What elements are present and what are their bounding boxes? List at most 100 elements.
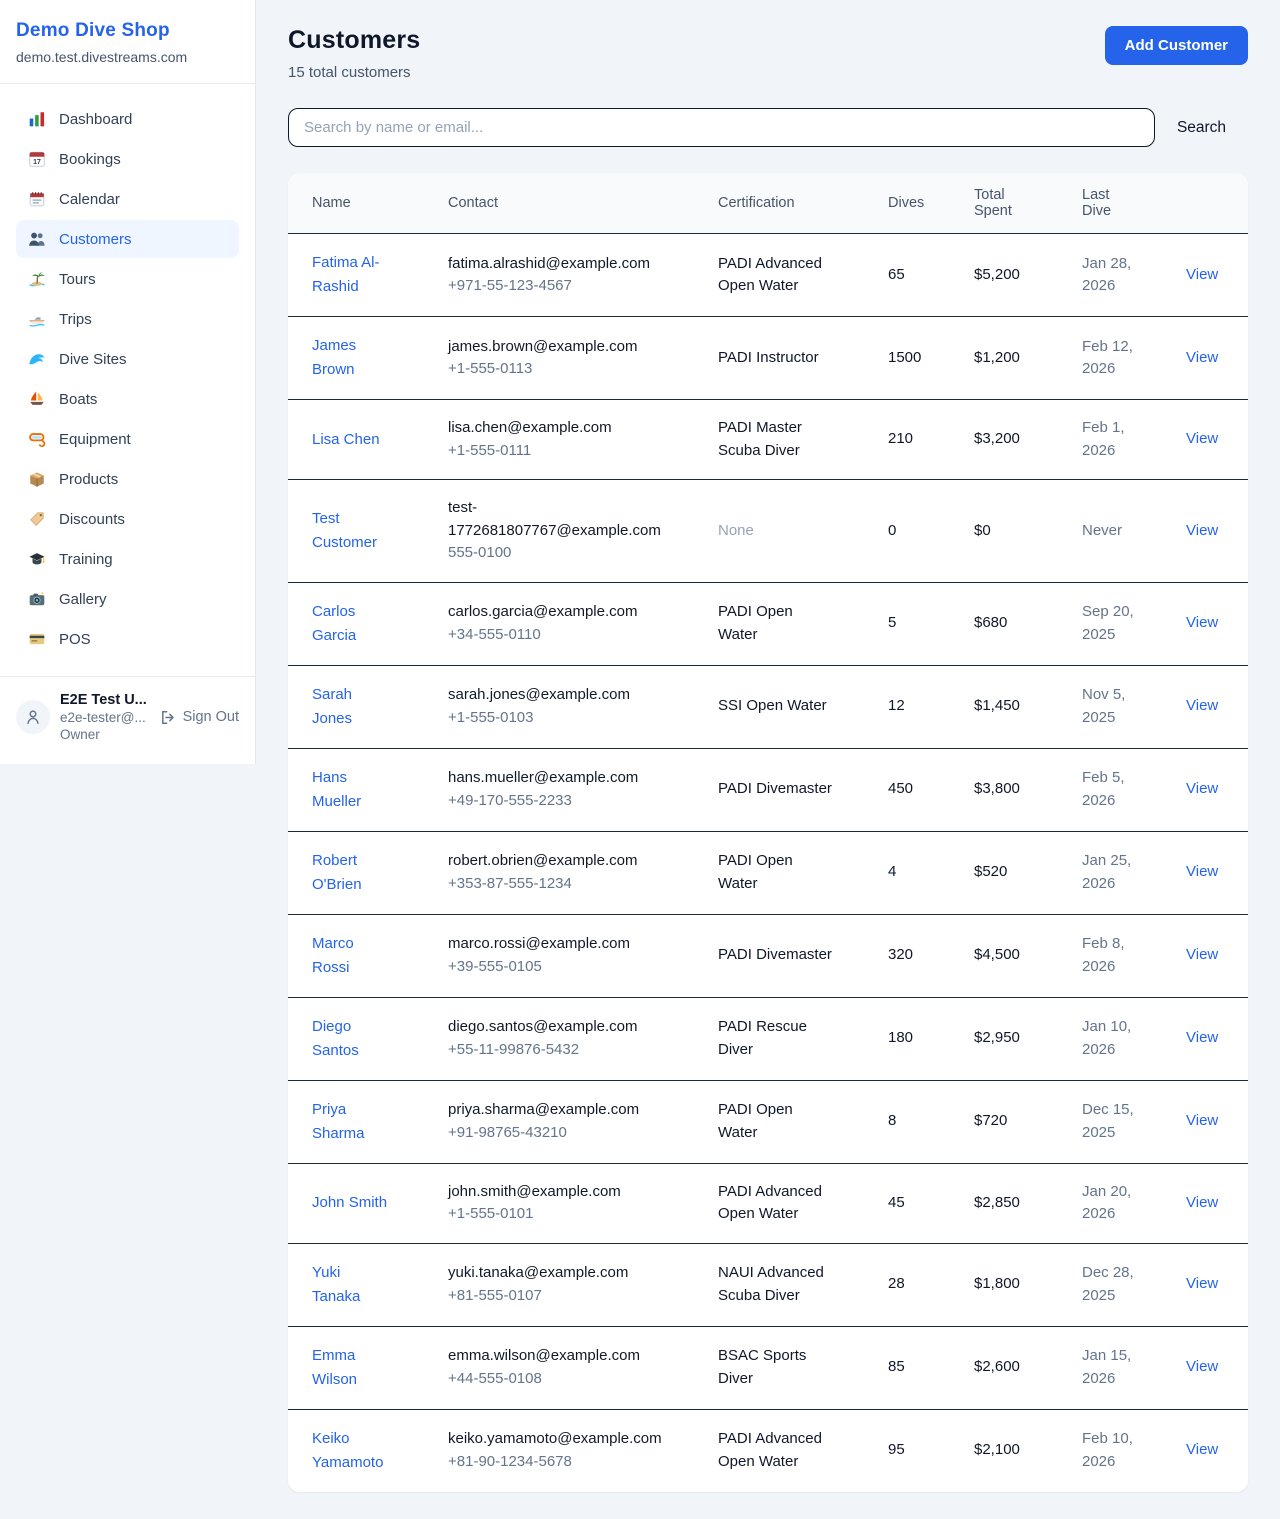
customer-name-link[interactable]: Priya Sharma [312,1101,365,1142]
customer-name-link[interactable]: Sarah Jones [312,686,352,727]
sidebar-item-boats[interactable]: Boats [16,380,239,418]
sidebar-item-discounts[interactable]: Discounts [16,500,239,538]
view-customer-link[interactable]: View [1186,522,1218,539]
view-customer-link[interactable]: View [1186,349,1218,366]
user-name: E2E Test U... [60,692,149,708]
table-row: Lisa Chen lisa.chen@example.com +1-555-0… [288,400,1248,480]
customer-certification: PADI Open Water [706,831,876,914]
view-customer-link[interactable]: View [1186,1441,1218,1458]
search-button[interactable]: Search [1155,119,1248,137]
customer-name-link[interactable]: Hans Mueller [312,769,361,810]
sidebar-item-products[interactable]: Products [16,460,239,498]
add-customer-button[interactable]: Add Customer [1105,26,1248,65]
view-customer-link[interactable]: View [1186,1358,1218,1375]
customer-last-dive: Jan 25, 2026 [1070,831,1174,914]
sidebar-item-trips[interactable]: Trips [16,300,239,338]
table-row: James Brown james.brown@example.com +1-5… [288,317,1248,400]
column-header-total-spent: Total Spent [962,173,1070,234]
table-header-row: Name Contact Certification Dives Total S… [288,173,1248,234]
customer-last-dive: Feb 10, 2026 [1070,1409,1174,1492]
customer-phone: +44-555-0108 [448,1368,682,1391]
customer-name-link[interactable]: John Smith [312,1194,387,1211]
page-header: Customers 15 total customers Add Custome… [288,26,1248,81]
sidebar-item-dive-sites[interactable]: Dive Sites [16,340,239,378]
view-customer-link[interactable]: View [1186,614,1218,631]
graduation-cap-icon [28,550,46,568]
customer-name-link[interactable]: Carlos Garcia [312,603,356,644]
view-customer-link[interactable]: View [1186,946,1218,963]
sidebar: Demo Dive Shop demo.test.divestreams.com… [0,0,256,764]
customer-name-link[interactable]: Yuki Tanaka [312,1264,360,1305]
customer-phone: +1-555-0103 [448,707,682,730]
view-customer-link[interactable]: View [1186,697,1218,714]
customer-total-spent: $1,800 [962,1243,1070,1326]
sign-out-button[interactable]: Sign Out [159,709,239,726]
camera-icon [28,590,46,608]
view-customer-link[interactable]: View [1186,266,1218,283]
column-header-actions [1174,173,1248,234]
view-customer-link[interactable]: View [1186,1275,1218,1292]
customer-phone: +91-98765-43210 [448,1122,682,1145]
customer-name-link[interactable]: Emma Wilson [312,1347,357,1388]
customer-name-link[interactable]: Test Customer [312,510,377,551]
main-content: Customers 15 total customers Add Custome… [256,0,1280,1519]
customer-total-spent: $1,200 [962,317,1070,400]
sidebar-item-label: Equipment [59,431,131,448]
spiral-calendar-icon [28,190,46,208]
customer-email: priya.sharma@example.com [448,1099,682,1122]
customer-certification: PADI Advanced Open Water [706,1163,876,1243]
customer-certification: PADI Advanced Open Water [706,1409,876,1492]
customer-name-link[interactable]: Lisa Chen [312,431,380,448]
customer-email: emma.wilson@example.com [448,1345,682,1368]
sidebar-item-training[interactable]: Training [16,540,239,578]
customer-certification: PADI Open Water [706,582,876,665]
customer-dives: 320 [876,914,962,997]
customer-name-link[interactable]: Keiko Yamamoto [312,1430,383,1471]
sidebar-item-gallery[interactable]: Gallery [16,580,239,618]
sidebar-item-tours[interactable]: Tours [16,260,239,298]
customer-name-link[interactable]: Diego Santos [312,1018,359,1059]
customer-phone: +81-90-1234-5678 [448,1451,682,1474]
customer-phone: +34-555-0110 [448,624,682,647]
customer-phone: +1-555-0113 [448,358,682,381]
customer-last-dive: Jan 15, 2026 [1070,1326,1174,1409]
customer-email: james.brown@example.com [448,336,682,359]
customer-total-spent: $520 [962,831,1070,914]
customer-dives: 85 [876,1326,962,1409]
view-customer-link[interactable]: View [1186,1194,1218,1211]
customer-email: keiko.yamamoto@example.com [448,1428,682,1451]
wave-icon [28,350,46,368]
customer-dives: 8 [876,1080,962,1163]
search-input[interactable] [288,108,1155,147]
customer-last-dive: Feb 1, 2026 [1070,400,1174,480]
view-customer-link[interactable]: View [1186,1029,1218,1046]
table-row: John Smith john.smith@example.com +1-555… [288,1163,1248,1243]
column-header-name: Name [288,173,436,234]
view-customer-link[interactable]: View [1186,863,1218,880]
customer-certification: PADI Open Water [706,1080,876,1163]
sidebar-item-pos[interactable]: POS [16,620,239,658]
customer-total-spent: $680 [962,582,1070,665]
customer-name-link[interactable]: Marco Rossi [312,935,354,976]
customer-certification: PADI Instructor [706,317,876,400]
view-customer-link[interactable]: View [1186,780,1218,797]
customer-dives: 12 [876,665,962,748]
sidebar-item-equipment[interactable]: Equipment [16,420,239,458]
customer-phone: +55-11-99876-5432 [448,1039,682,1062]
customer-name-link[interactable]: Robert O'Brien [312,852,362,893]
user-footer: E2E Test U... e2e-tester@... Owner Sign … [0,676,255,764]
customer-name-link[interactable]: James Brown [312,337,356,378]
sidebar-item-bookings[interactable]: 17 Bookings [16,140,239,178]
view-customer-link[interactable]: View [1186,430,1218,447]
sidebar-item-dashboard[interactable]: Dashboard [16,100,239,138]
view-customer-link[interactable]: View [1186,1112,1218,1129]
sign-out-label: Sign Out [183,709,239,725]
sidebar-item-customers[interactable]: Customers [16,220,239,258]
customer-name-link[interactable]: Fatima Al-Rashid [312,254,380,295]
customer-dives: 210 [876,400,962,480]
column-header-certification: Certification [706,173,876,234]
customer-phone: +39-555-0105 [448,956,682,979]
calendar-date-icon: 17 [28,150,46,168]
sidebar-item-label: Discounts [59,511,125,528]
sidebar-item-calendar[interactable]: Calendar [16,180,239,218]
